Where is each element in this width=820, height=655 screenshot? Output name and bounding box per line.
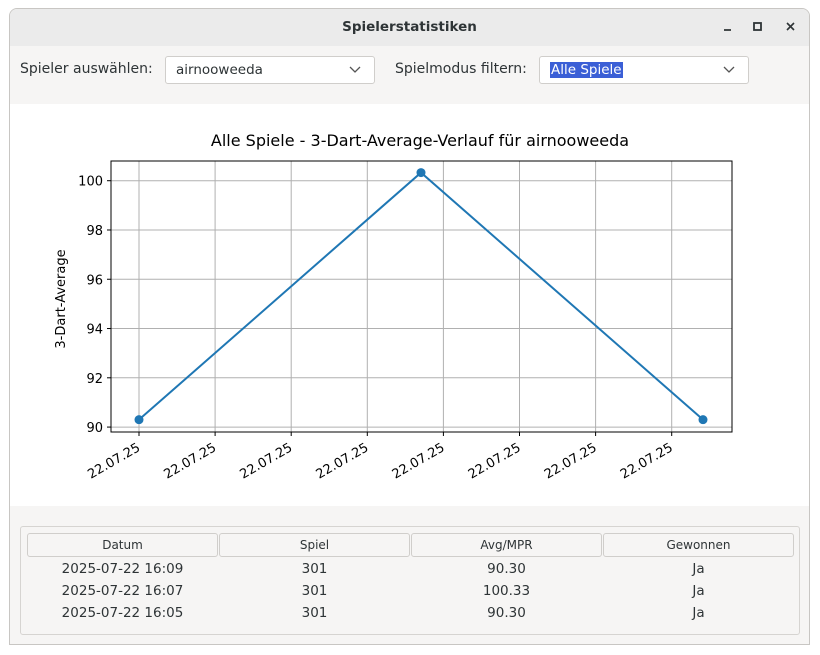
cell-game: 301: [301, 561, 328, 577]
cell-average: 90.30: [487, 605, 526, 621]
data-point: [416, 168, 426, 178]
close-icon[interactable]: [782, 18, 800, 36]
series-line: [138, 171, 704, 421]
y-tick-label: 90: [86, 421, 103, 436]
title-bar: Spielerstatistiken: [10, 9, 809, 47]
cell-date: 2025-07-22 16:09: [61, 561, 184, 577]
mode-filter-label: Spielmodus filtern:: [395, 61, 527, 77]
filter-toolbar: Spieler auswählen: airnooweeda Spielmodu…: [10, 46, 809, 104]
app-window: Spielerstatistiken Spieler auswählen: ai…: [9, 8, 810, 645]
y-tick-label: 100: [78, 175, 103, 190]
average-line-chart: Alle Spiele - 3-Dart-Average-Verlauf für…: [54, 131, 733, 482]
column-header-average[interactable]: Avg/MPR: [411, 533, 602, 557]
mode-filter-value: Alle Spiele: [550, 62, 623, 78]
player-select-value: airnooweeda: [176, 62, 263, 78]
x-tick-label: 22.07.25: [542, 440, 600, 482]
cell-average: 100.33: [482, 583, 531, 599]
cell-date: 2025-07-22 16:05: [61, 605, 184, 621]
data-point: [698, 415, 708, 425]
x-tick-label: 22.07.25: [466, 440, 524, 482]
player-select-label: Spieler auswählen:: [20, 61, 153, 77]
x-tick-label: 22.07.25: [314, 440, 372, 482]
cell-average: 90.30: [487, 561, 526, 577]
x-tick-label: 22.07.25: [161, 440, 219, 482]
chart-area: Alle Spiele - 3-Dart-Average-Verlauf für…: [10, 104, 809, 506]
x-tick-label: 22.07.25: [238, 440, 296, 482]
data-point: [134, 415, 144, 425]
y-tick-label: 98: [86, 224, 103, 239]
chart-title: Alle Spiele - 3-Dart-Average-Verlauf für…: [211, 131, 629, 150]
column-header-date[interactable]: Datum: [27, 533, 218, 557]
cell-game: 301: [301, 605, 328, 621]
plot-frame: [110, 160, 733, 433]
cell-won: Ja: [692, 583, 705, 599]
mode-filter-select[interactable]: Alle Spiele: [539, 56, 749, 84]
window-title: Spielerstatistiken: [342, 19, 477, 35]
column-header-game[interactable]: Spiel: [219, 533, 410, 557]
chevron-down-icon: [349, 66, 361, 73]
cell-game: 301: [301, 583, 328, 599]
player-select[interactable]: airnooweeda: [165, 56, 375, 84]
cell-won: Ja: [692, 605, 705, 621]
games-table: Datum Spiel Avg/MPR Gewonnen 2025-07-22 …: [20, 526, 800, 635]
maximize-icon[interactable]: [749, 18, 767, 36]
minimize-icon[interactable]: [719, 18, 737, 36]
cell-won: Ja: [692, 561, 705, 577]
cell-date: 2025-07-22 16:07: [61, 583, 184, 599]
x-tick-label: 22.07.25: [390, 440, 448, 482]
chevron-down-icon: [723, 66, 735, 73]
y-tick-label: 96: [86, 273, 103, 288]
x-tick-label: 22.07.25: [618, 440, 676, 482]
chart-y-axis-label: 3-Dart-Average: [54, 249, 69, 348]
column-header-won[interactable]: Gewonnen: [603, 533, 794, 557]
y-tick-label: 92: [86, 372, 103, 387]
x-tick-label: 22.07.25: [85, 440, 143, 482]
y-tick-label: 94: [86, 323, 103, 338]
